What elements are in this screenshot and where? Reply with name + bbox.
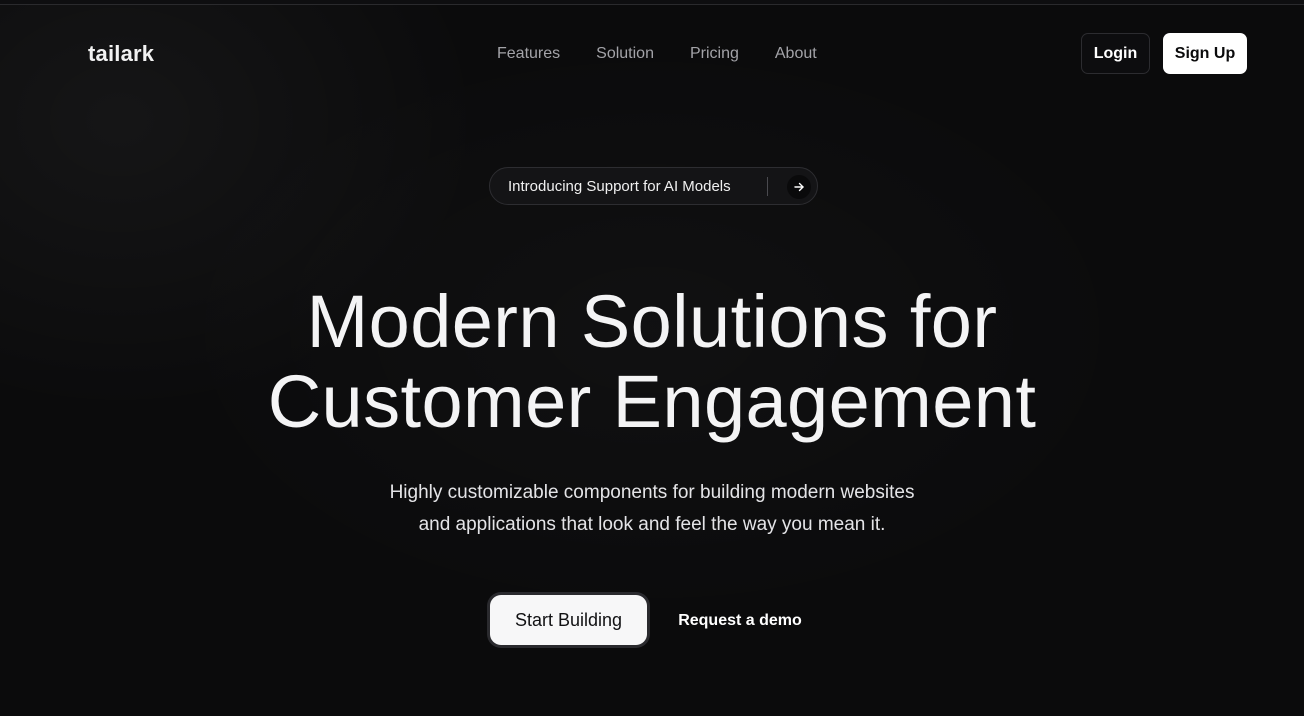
announcement-text: Introducing Support for AI Models xyxy=(508,177,731,195)
sign-up-button[interactable]: Sign Up xyxy=(1163,33,1247,74)
login-button[interactable]: Login xyxy=(1081,33,1150,74)
window-top-border xyxy=(0,0,1304,5)
hero-headline-line-1: Modern Solutions for xyxy=(306,280,998,363)
nav-link-solution[interactable]: Solution xyxy=(596,44,654,64)
start-building-button-frame: Start Building xyxy=(487,592,650,648)
request-demo-link[interactable]: Request a demo xyxy=(670,606,810,636)
pill-divider xyxy=(767,177,768,196)
start-building-button[interactable]: Start Building xyxy=(490,595,647,645)
hero-headline: Modern Solutions for Customer Engagement xyxy=(152,282,1152,442)
arrow-right-icon xyxy=(787,175,811,199)
hero-subtext-line-2: and applications that look and feel the … xyxy=(418,514,886,535)
announcement-pill[interactable]: Introducing Support for AI Models xyxy=(489,167,818,205)
hero-headline-line-2: Customer Engagement xyxy=(267,360,1037,443)
hero-subtext-line-1: Highly customizable components for build… xyxy=(389,482,915,503)
nav-link-about[interactable]: About xyxy=(775,44,817,64)
hash-grid-icon xyxy=(58,40,82,69)
landing-page: tailark Features Solution Pricing About … xyxy=(0,0,1304,716)
nav-link-pricing[interactable]: Pricing xyxy=(690,44,739,64)
hero-subtext: Highly customizable components for build… xyxy=(302,477,1002,541)
nav-link-features[interactable]: Features xyxy=(497,44,560,64)
brand-name: tailark xyxy=(88,41,155,66)
brand-logo[interactable]: tailark xyxy=(58,40,154,68)
main-nav: Features Solution Pricing About xyxy=(497,44,817,64)
